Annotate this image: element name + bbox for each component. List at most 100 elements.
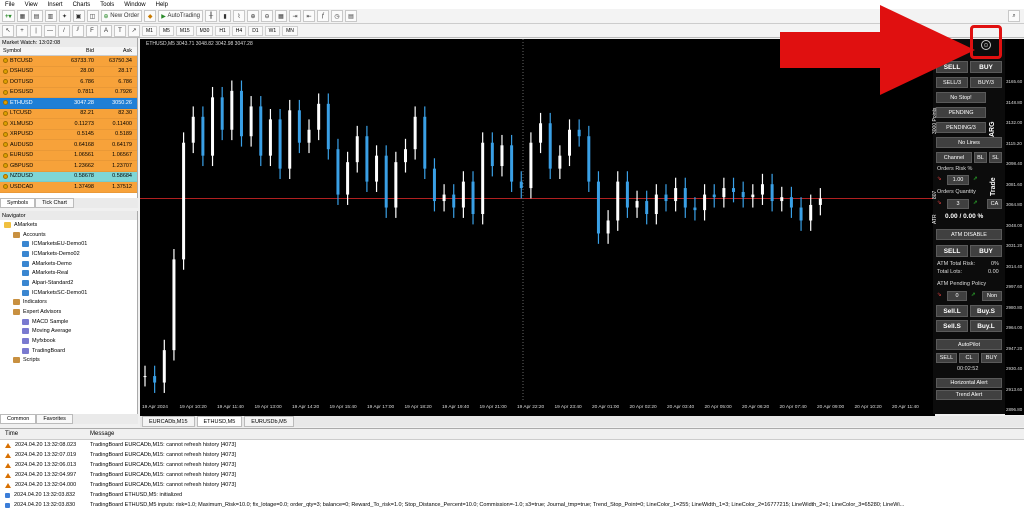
tab-common[interactable]: Common (0, 414, 37, 424)
pending-button[interactable]: PENDING (936, 107, 986, 118)
tf-mn[interactable]: MN (282, 25, 298, 36)
autopilot-close-button[interactable]: CL (959, 353, 979, 363)
autopilot-button[interactable]: AutoPilot (936, 339, 1002, 350)
pend-down-icon[interactable]: ⇘ (937, 292, 942, 298)
periods-icon[interactable]: ◷ (331, 10, 343, 22)
trend-alert-button[interactable]: Trend Alert (936, 390, 1002, 400)
navigator-item[interactable]: AMarkets-Real (0, 268, 137, 278)
tab-tick-chart[interactable]: Tick Chart (35, 198, 74, 208)
tf-h4[interactable]: H4 (231, 25, 247, 36)
settings-icon[interactable]: ⊙ (981, 40, 991, 50)
market-row[interactable]: EOSUSD 0.7811 0.7926 (0, 87, 137, 98)
data-window-icon[interactable]: ▥ (44, 10, 57, 22)
navigator-item[interactable]: AMarkets-Demo (0, 259, 137, 269)
buy-limit-button[interactable]: Buy.L (970, 320, 1002, 332)
arrows-icon[interactable]: ↗ (128, 24, 140, 37)
candlestick-icon[interactable]: ▮ (219, 10, 231, 22)
market-watch-icon[interactable]: ▤ (30, 10, 43, 22)
zoom-out-icon[interactable]: ⊖ (261, 10, 273, 22)
tab-symbols[interactable]: Symbols (0, 198, 36, 208)
terminal-icon[interactable]: ▣ (72, 10, 85, 22)
navigator-item[interactable]: Indicators (0, 298, 137, 308)
sell-limit-button[interactable]: Sell.L (936, 305, 968, 317)
menu-charts[interactable]: Charts (68, 2, 96, 8)
log-row[interactable]: 2024.04.20 13:32:04.997 TradingBoard EURC… (0, 470, 1024, 480)
tf-m1[interactable]: M1 (142, 25, 157, 36)
tf-m30[interactable]: M30 (195, 25, 214, 36)
menu-tools[interactable]: Tools (95, 2, 119, 8)
market-row[interactable]: NZDUSD 0.58678 0.58684 (0, 171, 137, 182)
chart-tab-eurusd[interactable]: EURUSDb,M5 (244, 416, 294, 427)
autoscroll-icon[interactable]: ⇥ (289, 10, 301, 22)
vertical-line-icon[interactable]: | (30, 24, 42, 37)
channel-button[interactable]: Channel (936, 152, 972, 163)
navigator-item[interactable]: AMarkets (0, 220, 137, 230)
menu-file[interactable]: File (0, 2, 20, 8)
navigator-item[interactable]: TradingBoard (0, 346, 137, 356)
text-icon[interactable]: A (100, 24, 112, 37)
bar-chart-icon[interactable]: ╫ (205, 10, 217, 22)
autopilot-buy-button[interactable]: BUY (981, 353, 1002, 363)
menu-view[interactable]: View (20, 2, 43, 8)
tf-m5[interactable]: M5 (158, 25, 174, 36)
pend-up-icon[interactable]: ⇗ (971, 292, 976, 298)
no-lines-button[interactable]: No Lines (936, 137, 1002, 148)
menu-insert[interactable]: Insert (43, 2, 68, 8)
chart-shift-icon[interactable]: ⇤ (303, 10, 315, 22)
navigator-icon[interactable]: ✦ (58, 10, 71, 22)
market-row[interactable]: XRPUSD 0.5145 0.5189 (0, 129, 137, 140)
market-row[interactable]: USDCAD 1.37498 1.37512 (0, 182, 137, 193)
navigator-item[interactable]: Scripts (0, 356, 137, 366)
risk-up-icon[interactable]: ⇗ (973, 176, 978, 182)
navigator-item[interactable]: Accounts (0, 230, 137, 240)
tf-w1[interactable]: W1 (264, 25, 281, 36)
metaeditor-icon[interactable]: ◆ (144, 10, 157, 22)
risk-down-icon[interactable]: ⇘ (937, 176, 942, 182)
zoom-in-icon[interactable]: ⊕ (247, 10, 259, 22)
navigator-item[interactable]: ICMarkets-Demo02 (0, 249, 137, 259)
market-row[interactable]: DOTUSD 6.786 6.786 (0, 77, 137, 88)
line-chart-icon[interactable]: ⌇ (233, 10, 245, 22)
trendline-icon[interactable]: / (58, 24, 70, 37)
buy-stop-button[interactable]: Buy.S (970, 305, 1002, 317)
navigator-item[interactable]: ICMarketsEU-Demo01 (0, 239, 137, 249)
market-row[interactable]: LTCUSD 82.21 82.30 (0, 108, 137, 119)
new-order-button[interactable]: ⊕ New Order (100, 10, 143, 22)
qty-up-icon[interactable]: ⇗ (973, 200, 978, 206)
atm-disable-button[interactable]: ATM DISABLE (936, 229, 1002, 240)
qty-down-icon[interactable]: ⇘ (937, 200, 942, 206)
col-bid[interactable]: Bid (58, 48, 96, 54)
navigator-item[interactable]: Myfxbook (0, 336, 137, 346)
market-row[interactable]: DSHUSD 28.00 28.17 (0, 66, 137, 77)
log-col-message[interactable]: Message (90, 431, 114, 437)
log-row[interactable]: 2024.04.20 13:32:08.023 TradingBoard EURC… (0, 440, 1024, 450)
chart-tab-eurcad[interactable]: EURCADb,M15 (142, 416, 195, 427)
sell-stop-button[interactable]: Sell.S (936, 320, 968, 332)
horizontal-alert-button[interactable]: Horizontal Alert (936, 378, 1002, 388)
atm-sell-button[interactable]: SELL (936, 245, 968, 257)
qty-value[interactable]: 3 (947, 199, 969, 209)
navigator-item[interactable]: Alpari-Standard2 (0, 278, 137, 288)
market-row[interactable]: AUDUSD 0.64168 0.64179 (0, 140, 137, 151)
log-row[interactable]: 2024.04.20 13:32:03.832 TradingBoard ETHU… (0, 490, 1024, 500)
menu-help[interactable]: Help (151, 2, 173, 8)
pending-value[interactable]: 0 (947, 291, 967, 301)
tf-d1[interactable]: D1 (248, 25, 263, 36)
horizontal-line-icon[interactable]: — (44, 24, 56, 37)
risk-value[interactable]: 1.00 (947, 175, 969, 185)
market-row[interactable]: XLMUSD 0.11273 0.11400 (0, 119, 137, 130)
tf-m15[interactable]: M15 (175, 25, 194, 36)
tile-windows-icon[interactable]: ▦ (275, 10, 287, 22)
col-symbol[interactable]: Symbol (0, 48, 58, 54)
bl-button[interactable]: BL (974, 152, 987, 163)
channel-icon[interactable]: ⫽ (72, 24, 84, 37)
tab-favorites[interactable]: Favorites (36, 414, 73, 424)
navigator-item[interactable]: MACD Sample (0, 317, 137, 327)
chart-tab-ethusd[interactable]: ETHUSD,M5 (196, 416, 243, 427)
market-row[interactable]: ETHUSD 3047.28 3050.26 (0, 98, 137, 109)
market-row[interactable]: EURUSD 1.06561 1.06567 (0, 150, 137, 161)
profiles-icon[interactable]: ▦ (16, 10, 29, 22)
navigator-item[interactable]: Moving Average (0, 327, 137, 337)
pending-third-button[interactable]: PENDING/3 (936, 122, 986, 133)
indicators-icon[interactable]: ƒ (317, 10, 329, 22)
